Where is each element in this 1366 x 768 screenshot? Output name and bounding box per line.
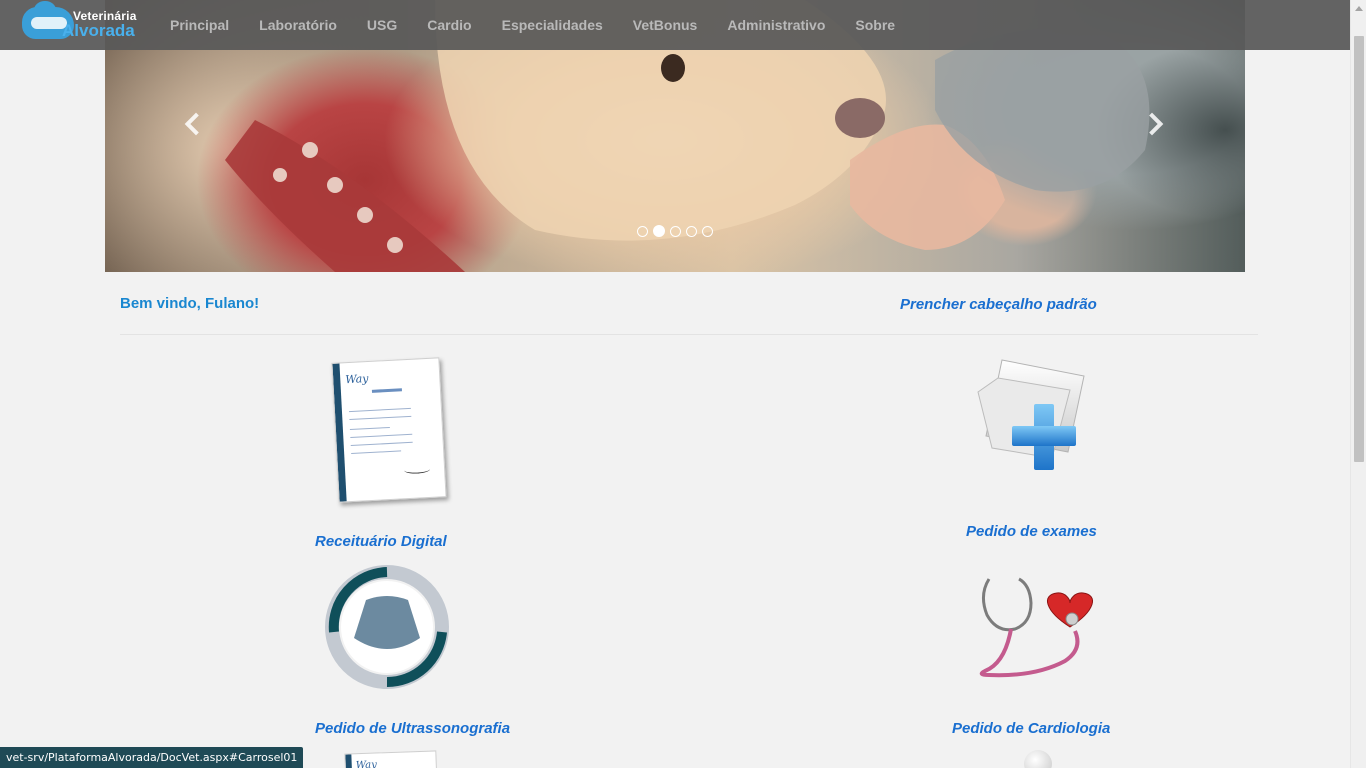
top-navbar: Veterinária Alvorada Principal Laboratór…: [0, 0, 1350, 50]
carousel-indicator-2[interactable]: [653, 225, 665, 237]
brand-logo[interactable]: Veterinária Alvorada: [20, 1, 140, 44]
carousel-indicator-4[interactable]: [686, 226, 697, 237]
chevron-left-icon: [184, 112, 208, 136]
ultrasound-icon[interactable]: [322, 562, 452, 692]
carousel-prev-button[interactable]: [180, 108, 210, 144]
vertical-scrollbar[interactable]: [1350, 0, 1366, 768]
cardiology-request-link[interactable]: Pedido de Cardiologia: [952, 720, 1110, 737]
paper-logo: Way: [344, 372, 369, 387]
paper-side-bar: [332, 363, 347, 502]
ultrasound-request-link[interactable]: Pedido de Ultrassonografia: [315, 720, 510, 737]
carousel-indicator-1[interactable]: [637, 226, 648, 237]
carousel-indicators: [637, 225, 713, 237]
carousel-next-button[interactable]: [1140, 108, 1172, 144]
nav-item-cardio[interactable]: Cardio: [412, 0, 486, 50]
partial-tile-icon[interactable]: [1024, 750, 1052, 768]
nav-item-administrativo[interactable]: Administrativo: [712, 0, 840, 50]
fill-default-header-link[interactable]: Prencher cabeçalho padrão: [900, 296, 1097, 313]
brand-name-bottom: Alvorada: [62, 21, 135, 40]
medical-folder-plus-icon[interactable]: [972, 352, 1096, 476]
scrollbar-thumb[interactable]: [1354, 36, 1364, 462]
nav-item-sobre[interactable]: Sobre: [840, 0, 910, 50]
paper-line: [348, 407, 411, 413]
paper-line: [349, 426, 390, 431]
stethoscope-heart-icon[interactable]: [975, 575, 1095, 683]
nav-item-especialidades[interactable]: Especialidades: [487, 0, 618, 50]
paper-line: [351, 450, 402, 455]
carousel-indicator-5[interactable]: [702, 226, 713, 237]
divider: [120, 334, 1258, 335]
paper-line: [349, 415, 412, 421]
paper-logo: Way: [355, 759, 377, 768]
document-icon[interactable]: Way: [344, 750, 438, 768]
paper-side-bar: [345, 754, 353, 768]
chevron-right-icon: [1140, 112, 1164, 136]
signature: [403, 464, 431, 475]
prescription-link[interactable]: Receituário Digital: [315, 533, 447, 550]
browser-status-url: vet-srv/PlataformaAlvorada/DocVet.aspx#C…: [0, 747, 304, 768]
nav-item-principal[interactable]: Principal: [155, 0, 244, 50]
carousel-indicator-3[interactable]: [670, 226, 681, 237]
welcome-message: Bem vindo, Fulano!: [120, 295, 260, 312]
paper-heading: [371, 388, 402, 393]
nav-item-vetbonus[interactable]: VetBonus: [618, 0, 713, 50]
prescription-document-icon[interactable]: Way: [331, 357, 447, 503]
scroll-up-arrow-icon[interactable]: [1351, 0, 1366, 17]
nav-item-laboratorio[interactable]: Laboratório: [244, 0, 352, 50]
nav-menu: Principal Laboratório USG Cardio Especia…: [155, 0, 910, 50]
exams-request-link[interactable]: Pedido de exames: [966, 523, 1097, 540]
nav-item-usg[interactable]: USG: [352, 0, 412, 50]
paper-line: [350, 433, 413, 439]
paper-line: [350, 441, 413, 447]
